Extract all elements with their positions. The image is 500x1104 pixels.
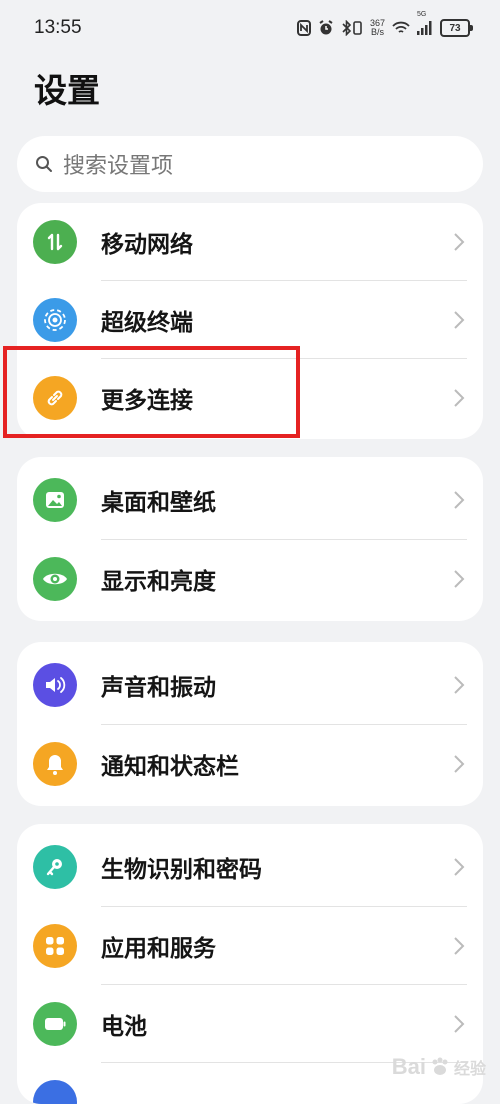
settings-item-label: 声音和振动 [101,675,216,701]
battery-icon [33,1002,77,1046]
super-device-icon [33,298,77,342]
baidu-watermark: Bai 经验 [392,1054,486,1080]
settings-item-label: 超级终端 [101,310,193,336]
highlight-box [3,346,300,438]
settings-item-label: 应用和服务 [101,936,216,962]
network-speed-unit: B/s [370,27,384,37]
chevron-right-icon [454,389,465,407]
wallpaper-icon [33,478,77,522]
settings-item-sound-vibration[interactable]: 声音和振动 [17,646,483,724]
search-input[interactable]: 搜索设置项 [17,136,483,192]
network-speed: 367 B/s [370,19,385,37]
settings-item-label: 桌面和壁纸 [101,490,216,516]
search-placeholder: 搜索设置项 [63,154,174,179]
settings-item-label: 显示和亮度 [101,569,216,595]
nfc-icon [296,20,311,36]
settings-item-apps-services[interactable]: 应用和服务 [17,907,483,985]
settings-item-label: 移动网络 [101,232,193,258]
chevron-right-icon [454,1015,465,1033]
chevron-right-icon [454,858,465,876]
settings-item-battery[interactable]: 电池 [17,985,483,1063]
eye-icon [33,557,77,601]
settings-item-label: 电池 [101,1014,147,1040]
status-icons: 367 B/s 5G 73 [296,11,473,40]
paw-logo-icon [432,1057,448,1075]
key-icon [33,845,77,889]
bell-icon [33,742,77,786]
speaker-icon [33,663,77,707]
network-type: 5G [417,11,427,18]
watermark-sub: 经验 [453,1061,486,1078]
settings-item-label: 通知和状态栏 [101,754,239,780]
settings-group-sound-notifications: 声音和振动 通知和状态栏 [17,642,483,806]
bluetooth-battery-icon [341,20,363,36]
settings-item-display-brightness[interactable]: 显示和亮度 [17,540,483,618]
status-bar: 13:55 367 B/s 5G 73 [0,0,500,58]
settings-item-wallpaper[interactable]: 桌面和壁纸 [17,461,483,539]
cellular-signal-icon: 5G [417,11,433,35]
battery-indicator: 73 [440,19,473,37]
settings-item-label: 生物识别和密码 [101,857,262,883]
wifi-icon [392,21,410,35]
chevron-right-icon [454,570,465,588]
chevron-right-icon [454,755,465,773]
chevron-right-icon [454,491,465,509]
chevron-right-icon [454,937,465,955]
settings-item-mobile-network[interactable]: 移动网络 [17,203,483,281]
alarm-icon [318,20,334,36]
chevron-right-icon [454,233,465,251]
chevron-right-icon [454,676,465,694]
mobile-network-icon [33,220,77,264]
settings-item-notifications-status-bar[interactable]: 通知和状态栏 [17,725,483,803]
apps-grid-icon [33,924,77,968]
page-title: 设置 [34,71,100,110]
search-icon [36,156,52,172]
chevron-right-icon [454,311,465,329]
settings-group-display: 桌面和壁纸 显示和亮度 [17,457,483,621]
watermark-text: Bai [391,1054,426,1079]
status-time: 13:55 [34,17,82,38]
settings-item-biometrics-password[interactable]: 生物识别和密码 [17,828,483,906]
